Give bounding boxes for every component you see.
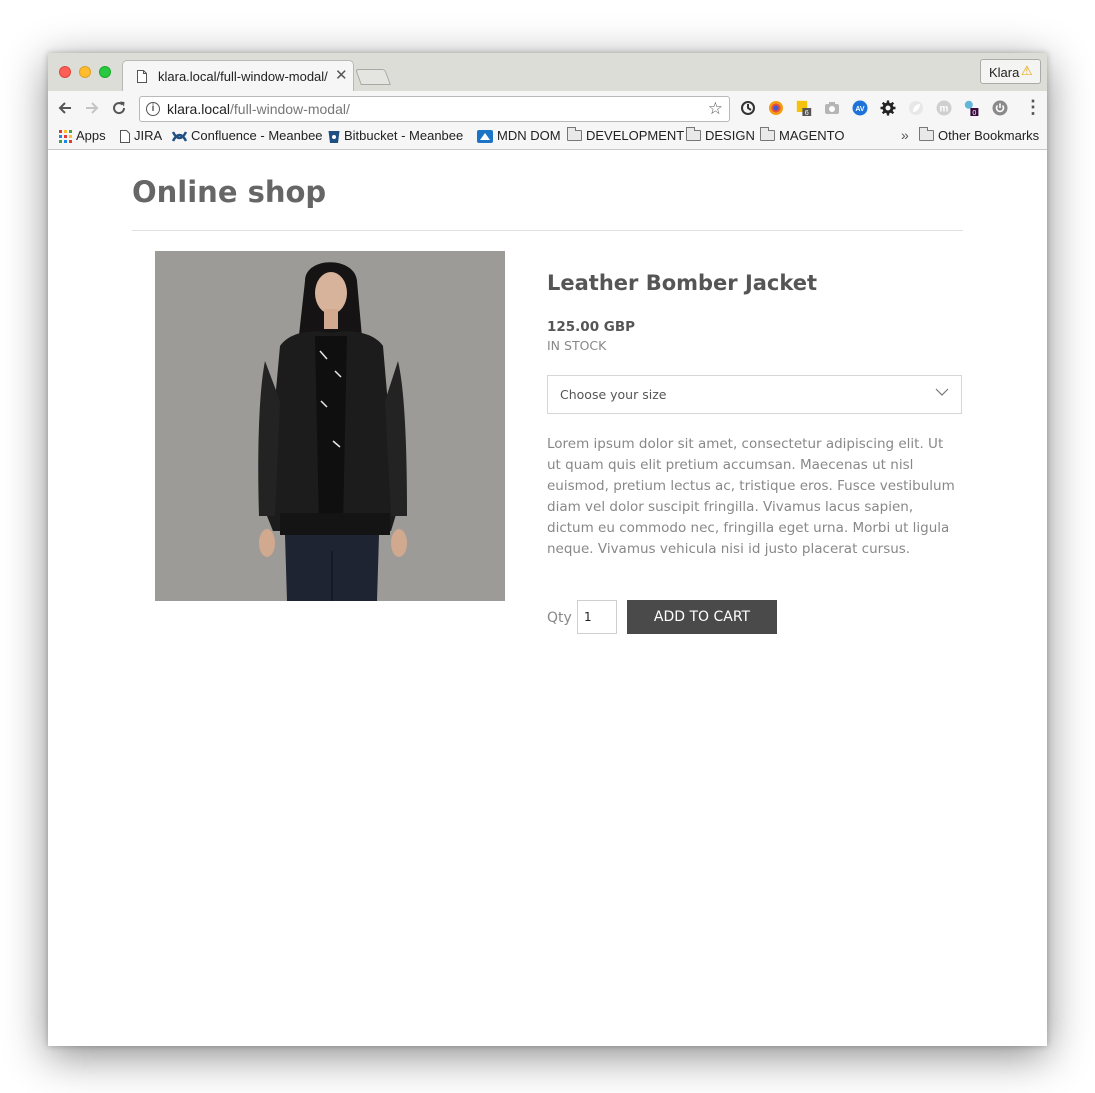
- folder-icon: [567, 127, 582, 141]
- url-host: klara.local: [167, 101, 231, 117]
- warning-icon: ⚠: [1021, 63, 1033, 78]
- folder-icon: [760, 127, 775, 141]
- camera-extension-icon[interactable]: [824, 100, 840, 116]
- bookmark-label: Bitbucket - Meanbee: [344, 128, 464, 143]
- bookmark-development[interactable]: DEVELOPMENT: [567, 127, 685, 143]
- folder-icon: [919, 127, 934, 141]
- slack-extension-icon[interactable]: 0: [964, 100, 980, 116]
- page-title: Online shop: [132, 175, 327, 209]
- sheets-badge: 6: [805, 108, 809, 116]
- size-select-label: Choose your size: [560, 387, 667, 402]
- mdn-icon: [477, 130, 493, 144]
- bookmark-label: Other Bookmarks: [938, 128, 1040, 143]
- bookmark-mdn[interactable]: MDN DOM: [477, 128, 561, 144]
- add-to-cart-button[interactable]: ADD TO CART: [627, 600, 777, 634]
- gear-icon[interactable]: [880, 100, 896, 116]
- forward-arrow-icon[interactable]: [84, 100, 100, 116]
- qty-label: Qty: [547, 610, 572, 626]
- product-image: [155, 251, 505, 601]
- tab-active[interactable]: klara.local/full-window-modal/ ✕: [122, 60, 354, 91]
- folder-icon: [686, 127, 701, 141]
- qty-input[interactable]: [577, 600, 617, 634]
- profile-button[interactable]: Klara ⚠: [980, 59, 1041, 84]
- browser-window: klara.local/full-window-modal/ ✕ Klara ⚠…: [48, 53, 1047, 1046]
- page-content: Online shop Leather Bomber Jacket 125.00…: [48, 150, 1047, 1046]
- product-name: Leather Bomber Jacket: [547, 271, 818, 295]
- zoom-window-button[interactable]: [99, 66, 111, 78]
- bookmarks-overflow-icon[interactable]: »: [901, 127, 909, 143]
- tab-strip: klara.local/full-window-modal/ ✕ Klara ⚠: [48, 53, 1047, 91]
- leaf-extension-icon[interactable]: [908, 100, 924, 116]
- av-extension-icon[interactable]: AV: [852, 100, 868, 116]
- bookmark-apps[interactable]: Apps: [59, 128, 106, 144]
- bookmark-magento[interactable]: MAGENTO: [760, 127, 845, 143]
- product-price: 125.00 GBP: [547, 319, 636, 335]
- bookmark-label: MAGENTO: [779, 128, 845, 143]
- bookmark-design[interactable]: DESIGN: [686, 127, 755, 143]
- header-divider: [132, 230, 963, 231]
- bookmark-jira[interactable]: JIRA: [120, 128, 163, 144]
- bookmark-other[interactable]: Other Bookmarks: [919, 127, 1040, 143]
- jacket-photo: [155, 251, 505, 601]
- info-icon[interactable]: i: [146, 102, 160, 116]
- url-path: /full-window-modal/: [230, 101, 350, 117]
- bitbucket-icon: [328, 130, 340, 143]
- address-bar[interactable]: i klara.local/full-window-modal/ ☆: [139, 96, 730, 122]
- bookmark-star-icon[interactable]: ☆: [708, 99, 723, 119]
- product-description: Lorem ipsum dolor sit amet, consectetur …: [547, 436, 955, 557]
- tab-close-icon[interactable]: ✕: [335, 66, 348, 84]
- stock-status: IN STOCK: [547, 338, 607, 353]
- minimize-window-button[interactable]: [79, 66, 91, 78]
- apps-grid-icon: [59, 130, 72, 144]
- tab-title: klara.local/full-window-modal/: [158, 69, 328, 84]
- browser-menu-icon[interactable]: ⋮: [1024, 97, 1042, 118]
- m-extension-icon[interactable]: m: [936, 100, 952, 116]
- browser-toolbar: i klara.local/full-window-modal/ ☆ 6 AV: [48, 91, 1047, 125]
- page-icon: [120, 130, 130, 144]
- url-text: klara.local/full-window-modal/: [167, 101, 350, 117]
- color-picker-extension-icon[interactable]: [768, 100, 784, 116]
- bookmark-label: DESIGN: [705, 128, 755, 143]
- bookmark-label: JIRA: [134, 128, 163, 143]
- power-extension-icon[interactable]: [992, 100, 1008, 116]
- new-tab-button[interactable]: [355, 69, 391, 85]
- sync-extension-icon[interactable]: [740, 100, 756, 116]
- back-arrow-icon[interactable]: [57, 100, 73, 116]
- bookmark-confluence[interactable]: Confluence - Meanbee: [172, 128, 323, 143]
- document-icon: [137, 70, 147, 83]
- bookmark-bitbucket[interactable]: Bitbucket - Meanbee: [328, 128, 463, 144]
- svg-text:AV: AV: [855, 106, 865, 113]
- reload-icon[interactable]: [111, 100, 127, 116]
- sheets-extension-icon[interactable]: 6: [796, 100, 812, 116]
- profile-name: Klara: [989, 65, 1020, 80]
- svg-text:m: m: [940, 104, 949, 115]
- bookmark-label: MDN DOM: [497, 128, 561, 143]
- size-select[interactable]: Choose your size: [547, 375, 962, 414]
- slack-badge: 0: [972, 108, 976, 116]
- bookmark-label: Confluence - Meanbee: [191, 128, 323, 143]
- confluence-icon: [172, 131, 187, 142]
- bookmark-label: DEVELOPMENT: [586, 128, 685, 143]
- bookmark-label: Apps: [76, 128, 106, 143]
- bookmarks-bar: Apps JIRA Confluence - Meanbee Bitbucket…: [48, 125, 1047, 150]
- close-window-button[interactable]: [59, 66, 71, 78]
- chevron-down-icon: [935, 388, 949, 396]
